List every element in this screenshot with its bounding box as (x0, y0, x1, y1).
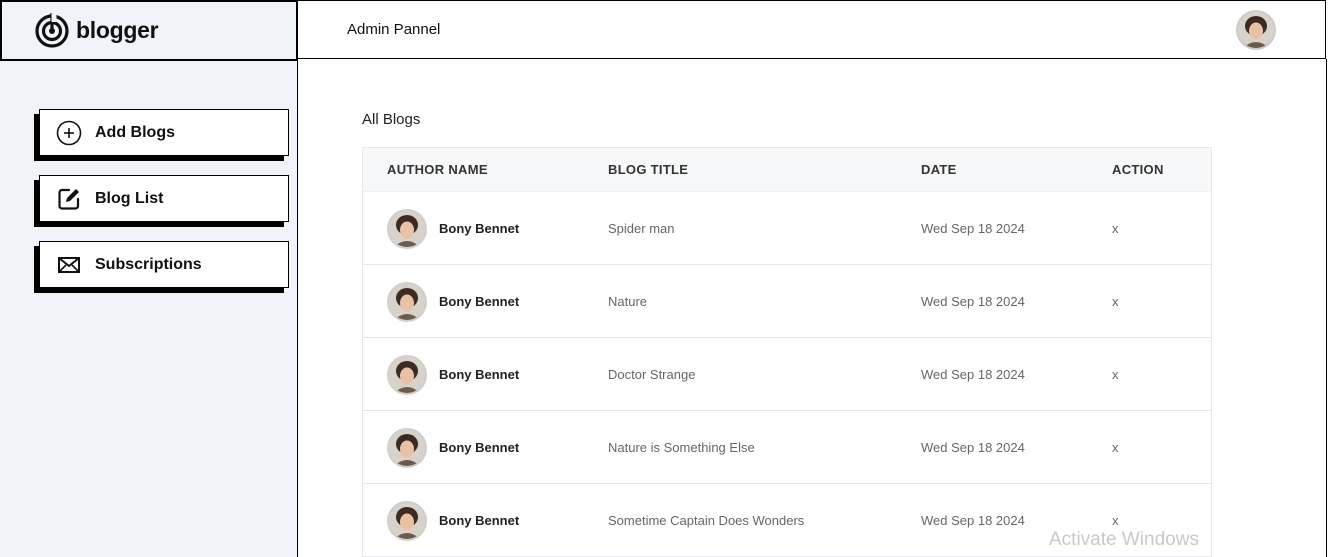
author-name: Bony Bennet (439, 294, 520, 309)
author-avatar (387, 355, 427, 395)
edit-icon (55, 185, 82, 212)
author-avatar (387, 282, 427, 322)
blog-date: Wed Sep 18 2024 (921, 440, 1025, 455)
table-header: AUTHOR NAME BLOG TITLE DATE ACTION (363, 148, 1211, 192)
column-header-author: AUTHOR NAME (387, 162, 488, 177)
sidebar-item-label: Add Blogs (95, 123, 175, 141)
blog-date: Wed Sep 18 2024 (921, 294, 1025, 309)
column-header-action: ACTION (1112, 162, 1164, 177)
table-row: Bony Bennet Nature is Something Else Wed… (363, 411, 1211, 484)
sidebar-item-label: Blog List (95, 189, 164, 207)
delete-button[interactable]: x (1112, 294, 1119, 309)
sidebar-item-label: Subscriptions (95, 255, 202, 273)
blog-date: Wed Sep 18 2024 (921, 513, 1025, 528)
brand-logo[interactable]: blogger (0, 0, 298, 61)
table-row: Bony Bennet Doctor Strange Wed Sep 18 20… (363, 338, 1211, 411)
page-title: Admin Pannel (347, 21, 441, 38)
blog-date: Wed Sep 18 2024 (921, 367, 1025, 382)
delete-button[interactable]: x (1112, 367, 1119, 382)
delete-button[interactable]: x (1112, 221, 1119, 236)
blogs-table: AUTHOR NAME BLOG TITLE DATE ACTION Bony … (362, 147, 1212, 557)
blog-title: Nature is Something Else (608, 440, 755, 455)
blogger-logo-icon (34, 12, 70, 49)
column-header-date: DATE (921, 162, 957, 177)
author-avatar (387, 209, 427, 249)
app-root: blogger Add Blogs Blog List Subscription… (0, 0, 1328, 557)
delete-button[interactable]: x (1112, 440, 1119, 455)
table-row: Bony Bennet Nature Wed Sep 18 2024 x (363, 265, 1211, 338)
author-name: Bony Bennet (439, 440, 520, 455)
activate-windows-watermark: Activate Windows (1049, 529, 1199, 550)
sidebar-item-add-blogs[interactable]: Add Blogs (39, 109, 289, 156)
user-avatar[interactable] (1236, 10, 1276, 50)
frame-edge (1326, 59, 1327, 557)
top-header: Admin Pannel (298, 0, 1326, 59)
author-name: Bony Bennet (439, 221, 520, 236)
blog-date: Wed Sep 18 2024 (921, 221, 1025, 236)
sidebar-item-subscriptions[interactable]: Subscriptions (39, 241, 289, 288)
sidebar: blogger Add Blogs Blog List Subscription… (0, 0, 298, 557)
section-title: All Blogs (362, 111, 421, 128)
plus-circle-icon (55, 119, 82, 146)
sidebar-item-blog-list[interactable]: Blog List (39, 175, 289, 222)
blog-title: Spider man (608, 221, 675, 236)
delete-button[interactable]: x (1112, 513, 1119, 528)
mail-icon (55, 251, 82, 278)
column-header-title: BLOG TITLE (608, 162, 689, 177)
author-name: Bony Bennet (439, 513, 520, 528)
blog-title: Nature (608, 294, 648, 309)
author-avatar (387, 501, 427, 541)
brand-name: blogger (76, 17, 159, 43)
table-row: Bony Bennet Spider man Wed Sep 18 2024 x (363, 192, 1211, 265)
author-name: Bony Bennet (439, 367, 520, 382)
blog-title: Sometime Captain Does Wonders (608, 513, 805, 528)
author-avatar (387, 428, 427, 468)
blog-title: Doctor Strange (608, 367, 696, 382)
